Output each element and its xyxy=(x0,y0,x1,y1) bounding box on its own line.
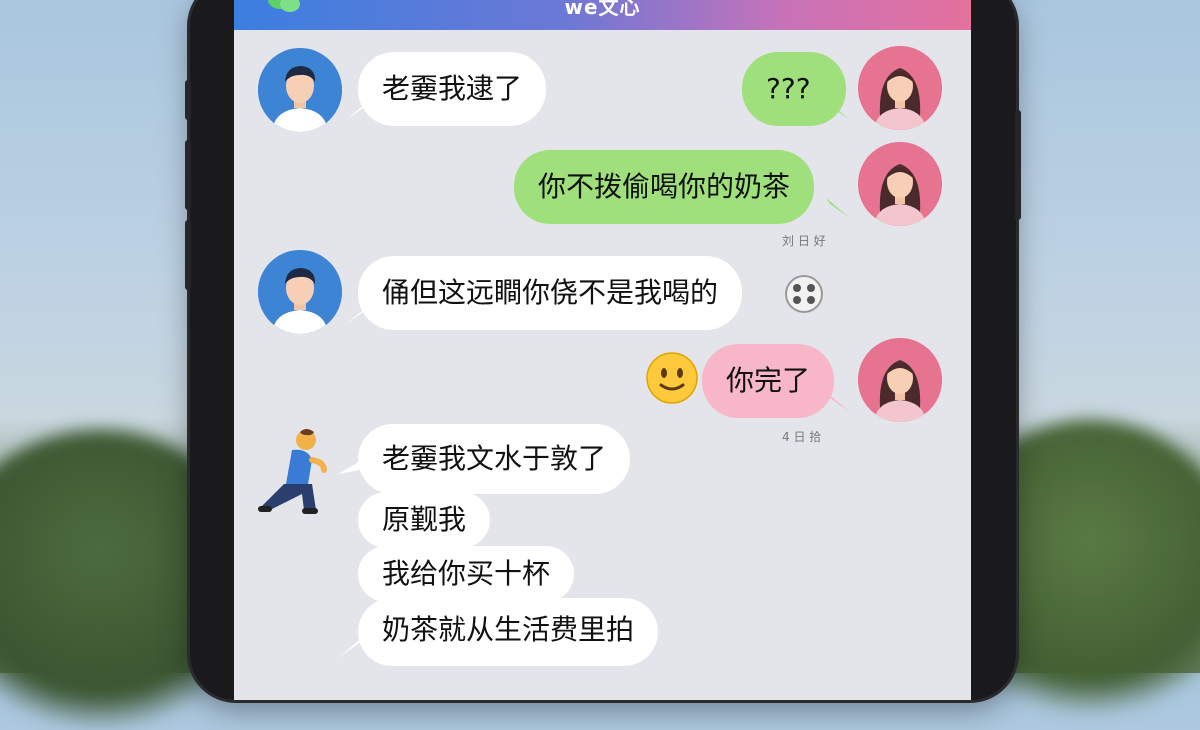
chat-header: we文心 xyxy=(234,0,971,30)
kneeling-person-emoji-icon xyxy=(258,429,327,514)
message-bubble[interactable]: 老嫑我文水于敦了 xyxy=(358,424,631,494)
message-timestamp: 刘 日 好 xyxy=(782,234,826,248)
slightly-smiling-face-icon xyxy=(646,352,698,404)
film-reel-icon xyxy=(785,275,823,313)
avatar-boyfriend[interactable] xyxy=(258,250,342,334)
bubble-tail xyxy=(826,100,850,120)
phone-power-button xyxy=(1015,110,1021,220)
message-bubble[interactable]: 你不拨偷喝你的奶茶 xyxy=(514,150,815,224)
girl-avatar-icon xyxy=(858,338,942,422)
bubble-tail xyxy=(826,198,850,218)
chat-screen: we文心 老嫑我逮了 ??? 你不拨偷喝你的奶茶 刘 日 好 俑但这远瞷你侥不是… xyxy=(234,0,971,700)
girl-avatar-icon xyxy=(858,142,942,226)
chat-title: we文心 xyxy=(564,0,641,19)
boy-avatar-icon xyxy=(258,250,342,334)
avatar-girlfriend[interactable] xyxy=(858,142,942,226)
bubble-tail xyxy=(346,100,370,120)
avatar-boyfriend[interactable] xyxy=(258,48,342,132)
bubble-tail xyxy=(338,460,362,474)
phone-side-button xyxy=(185,80,191,120)
message-bubble[interactable]: 老嫑我逮了 xyxy=(358,52,547,126)
girl-avatar-icon xyxy=(858,46,942,130)
phone-volume-down xyxy=(185,220,191,290)
avatar-girlfriend[interactable] xyxy=(858,46,942,130)
bubble-tail xyxy=(346,304,370,324)
message-bubble[interactable]: 我给你买十杯 xyxy=(358,546,575,602)
message-timestamp: 4 日 拾 xyxy=(782,430,822,444)
bubble-tail xyxy=(826,392,850,412)
message-bubble[interactable]: 俑但这远瞷你侥不是我喝的 xyxy=(358,256,743,330)
bubble-tail xyxy=(338,638,362,658)
wechat-logo-icon xyxy=(268,0,300,12)
avatar-girlfriend[interactable] xyxy=(858,338,942,422)
phone-volume-up xyxy=(185,140,191,210)
message-bubble[interactable]: 你完了 xyxy=(702,344,835,418)
boy-avatar-icon xyxy=(258,48,342,132)
phone-frame: we文心 老嫑我逮了 ??? 你不拨偷喝你的奶茶 刘 日 好 俑但这远瞷你侥不是… xyxy=(185,0,1021,700)
message-bubble[interactable]: 原觐我 xyxy=(358,492,491,548)
message-bubble[interactable]: 奶茶就从生活费里拍 xyxy=(358,598,659,666)
